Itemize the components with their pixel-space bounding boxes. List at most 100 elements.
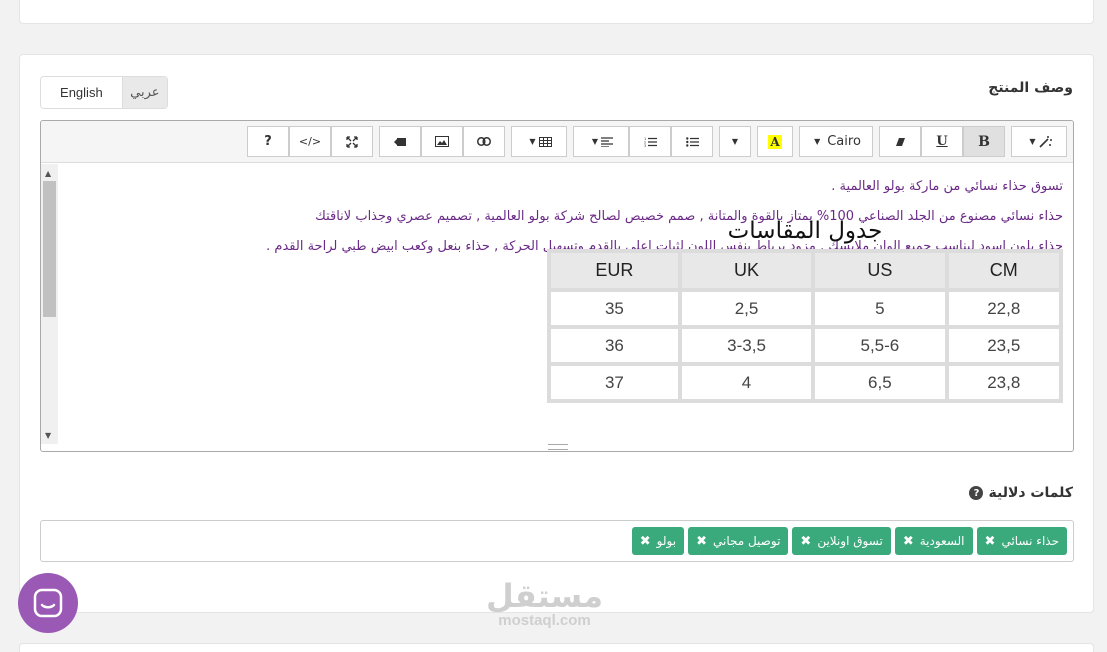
table-header-cell: US (815, 253, 945, 288)
ordered-list-button[interactable]: 123 (629, 126, 671, 157)
keyword-tag: السعودية ✖ (894, 527, 973, 555)
ordered-list-icon: 123 (644, 137, 657, 147)
highlight-icon: A (768, 134, 782, 149)
align-icon (601, 136, 614, 147)
link-button[interactable] (463, 126, 505, 157)
bold-button[interactable]: B (963, 126, 1005, 157)
table-header-cell: CM (948, 253, 1059, 288)
tab-english[interactable]: English (41, 77, 122, 108)
table-cell: 23,8 (948, 366, 1059, 399)
fullscreen-button[interactable] (331, 126, 373, 157)
table-cell: 5 (815, 292, 945, 325)
size-chart-title: جدول المقاسات (727, 218, 883, 244)
table-icon (538, 136, 552, 147)
table-row: 35 2,5 5 22,8 (551, 292, 1059, 325)
table-cell: 37 (551, 366, 678, 399)
tag-label: توصيل مجاني (712, 534, 781, 548)
watermark: مستقل mostaql.com (486, 576, 603, 629)
font-family-value: Cairo (827, 134, 861, 149)
tag-label: حذاء نسائي (1001, 534, 1059, 548)
video-button[interactable] (379, 126, 421, 157)
tag-label: بولو (656, 534, 677, 548)
code-label: </> (298, 135, 322, 148)
table-cell: 36 (551, 329, 678, 362)
eraser-icon (895, 137, 905, 146)
underline-label: U (936, 134, 948, 149)
vertical-scrollbar[interactable]: ▲ ▼ (41, 164, 58, 444)
chevron-down-icon: ▼ (1029, 137, 1036, 146)
image-button[interactable] (421, 126, 463, 157)
remove-tag-icon[interactable]: ✖ (640, 534, 651, 549)
question-icon[interactable]: ? (969, 486, 984, 500)
description-title: وصف المنتج (988, 80, 1073, 96)
keyword-tag: تسوق اونلاين ✖ (792, 527, 891, 555)
table-header-cell: UK (681, 253, 812, 288)
table-row: 36 3-3,5 5,5-6 23,5 (551, 329, 1059, 362)
unordered-list-icon (685, 136, 699, 147)
font-family-select[interactable]: ▼ Cairo (799, 126, 873, 157)
bold-label: B (978, 133, 990, 150)
watermark-latin: mostaql.com (498, 612, 591, 629)
chat-launcher-button[interactable] (18, 573, 78, 633)
svg-text:3: 3 (644, 144, 646, 147)
size-table: EUR UK US CM 35 2,5 5 22,8 36 3-3,5 5,5-… (547, 249, 1063, 403)
tag-label: تسوق اونلاين (817, 534, 883, 548)
table-cell: 5,5-6 (815, 329, 945, 362)
table-cell: 4 (681, 366, 812, 399)
remove-tag-icon[interactable]: ✖ (800, 534, 811, 549)
table-header-cell: EUR (551, 253, 678, 288)
keyword-tag: بولو ✖ (631, 527, 685, 555)
tag-label: السعودية (919, 534, 965, 548)
style-dropdown-button[interactable]: ▼ (719, 126, 751, 157)
rich-text-editor: ? </> ▼ ▼ 1 2 3 ▼ A ▼ Cairo U B ▼ ▲ ▼ تس… (40, 120, 1074, 452)
keyword-tag: حذاء نسائي ✖ (976, 527, 1067, 555)
product-description-card: English عربي وصف المنتج ? </> ▼ ▼ 1 2 3 … (19, 54, 1094, 613)
remove-tag-icon[interactable]: ✖ (696, 534, 707, 549)
table-cell: 22,8 (948, 292, 1059, 325)
size-chart-image: جدول المقاسات EUR UK US CM 35 2,5 5 22,8… (547, 218, 1063, 403)
chevron-down-icon: ▼ (529, 137, 536, 146)
table-cell: 3-3,5 (681, 329, 812, 362)
help-button[interactable]: ? (247, 126, 289, 157)
keywords-input[interactable]: حذاء نسائي ✖ السعودية ✖ تسوق اونلاين ✖ ت… (40, 520, 1074, 562)
editor-resize-handle[interactable] (548, 444, 568, 450)
text-color-button[interactable]: A (757, 126, 793, 157)
next-card (19, 643, 1094, 652)
code-view-button[interactable]: </> (289, 126, 331, 157)
tab-arabic[interactable]: عربي (121, 77, 167, 108)
keywords-title-row: كلمات دلالية ? (969, 485, 1073, 501)
watermark-arabic: مستقل (486, 577, 604, 615)
table-row: 37 4 6,5 23,8 (551, 366, 1059, 399)
scroll-up-icon[interactable]: ▲ (45, 169, 51, 178)
image-icon (435, 136, 449, 147)
keywords-title: كلمات دلالية (988, 485, 1073, 501)
description-paragraph: تسوق حذاء نسائي من ماركة بولو العالمية . (831, 179, 1063, 194)
table-cell: 35 (551, 292, 678, 325)
unordered-list-button[interactable] (671, 126, 713, 157)
chevron-down-icon: ▼ (814, 137, 821, 146)
help-label: ? (264, 134, 272, 149)
chevron-down-icon: ▼ (731, 137, 739, 146)
chevron-down-icon: ▼ (591, 137, 599, 146)
table-cell: 2,5 (681, 292, 812, 325)
remove-tag-icon[interactable]: ✖ (903, 534, 914, 549)
table-header-row: EUR UK US CM (551, 253, 1059, 288)
table-cell: 23,5 (948, 329, 1059, 362)
table-cell: 6,5 (815, 366, 945, 399)
clear-format-button[interactable] (879, 126, 921, 157)
magic-wand-icon (1039, 136, 1052, 148)
scroll-down-icon[interactable]: ▼ (45, 431, 51, 440)
link-icon (477, 137, 491, 146)
keyword-tag: توصيل مجاني ✖ (688, 527, 789, 555)
video-icon (393, 137, 406, 146)
underline-button[interactable]: U (921, 126, 963, 157)
remove-tag-icon[interactable]: ✖ (985, 534, 996, 549)
fullscreen-icon (346, 135, 358, 148)
editor-toolbar: ? </> ▼ ▼ 1 2 3 ▼ A ▼ Cairo U B ▼ (41, 121, 1073, 163)
table-button[interactable]: ▼ (511, 126, 567, 157)
scroll-thumb[interactable] (43, 181, 56, 317)
chat-icon (33, 588, 63, 618)
paragraph-align-button[interactable]: ▼ (573, 126, 629, 157)
previous-card (19, 0, 1094, 24)
magic-style-button[interactable]: ▼ (1011, 126, 1067, 157)
